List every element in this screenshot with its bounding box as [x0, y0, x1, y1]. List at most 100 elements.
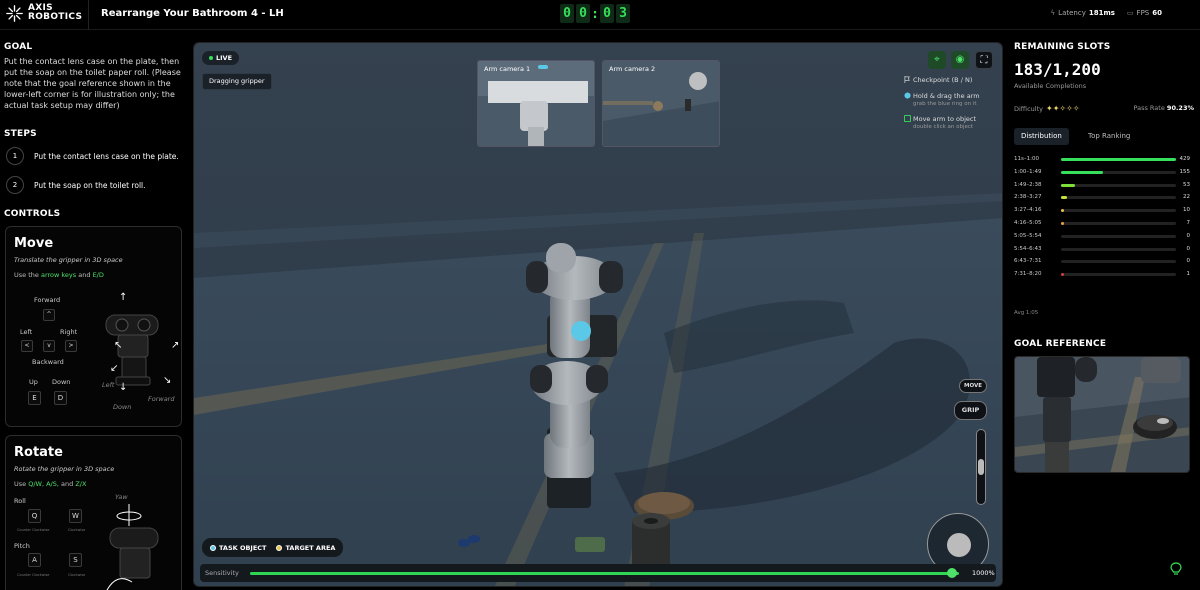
checkpoint-label: Checkpoint (B / N) — [913, 76, 973, 84]
forward-label: Forward — [34, 296, 61, 304]
distribution-bar-track — [1061, 196, 1176, 200]
target-area-label: TARGET AREA — [285, 543, 336, 552]
distribution-row: 7:31–8:20 1 — [1014, 269, 1192, 282]
distribution-bar-track — [1061, 209, 1176, 213]
camera-label: Arm camera 2 — [609, 65, 656, 73]
sensitivity-value: 1000% — [972, 569, 995, 577]
goal-reference-render — [1015, 357, 1189, 472]
timer-digit: 3 — [616, 4, 630, 23]
move-arm-label: Move arm to object — [913, 115, 977, 123]
difficulty: Difficulty ✦✦✧✧✧ — [1014, 104, 1080, 113]
vertical-height-slider[interactable] — [976, 429, 986, 505]
distribution-bar-track — [1061, 183, 1176, 187]
distribution-bar-track — [1061, 260, 1176, 264]
distribution-row: 1:49–2:38 53 — [1014, 180, 1192, 193]
fullscreen-button[interactable]: ⛶ — [975, 51, 993, 69]
remaining-slots-value: 183/1,200 — [1014, 60, 1101, 79]
distribution-bar-track — [1061, 221, 1176, 225]
pass-rate-label: Pass Rate — [1133, 104, 1165, 112]
distribution-bin-label: 5:54–6:43 — [1014, 245, 1042, 252]
distribution-count: 22 — [1183, 194, 1190, 201]
object-legend: TASK OBJECT TARGET AREA — [202, 538, 344, 557]
scene-render[interactable] — [194, 43, 1003, 587]
roll-label: Roll — [14, 497, 26, 505]
flag-icon — [904, 76, 910, 83]
step-item: 1 Put the contact lens case on the plate… — [6, 147, 179, 165]
latency-label: Latency — [1058, 9, 1086, 17]
arm-camera-1-feed[interactable]: Arm camera 1 — [477, 60, 595, 147]
key-up-arrow: ^ — [43, 309, 55, 321]
monitor-icon: ▭ — [1126, 9, 1134, 17]
arm-camera-2-feed[interactable]: Arm camera 2 — [602, 60, 720, 147]
axis-left-label: Left — [102, 381, 115, 389]
rotate-hint: Use Q/W, A/S, and Z/X — [14, 480, 86, 488]
live-dot-icon — [209, 56, 213, 60]
tab-top-ranking[interactable]: Top Ranking — [1081, 128, 1137, 145]
goal-reference-image — [1014, 356, 1190, 473]
distribution-row: 2:38–3:27 22 — [1014, 192, 1192, 205]
slider-thumb[interactable] — [978, 459, 984, 475]
distribution-bar-track — [1061, 247, 1176, 251]
joystick-knob[interactable] — [947, 533, 971, 557]
goal-heading: GOAL — [4, 42, 33, 52]
sensitivity-slider[interactable]: Sensitivity 1000% — [200, 564, 996, 582]
distribution-bar-track — [1061, 234, 1176, 238]
checkpoint-tip: Checkpoint (B / N) — [904, 76, 973, 84]
key-down-arrow: v — [43, 340, 55, 352]
key-w: W — [69, 509, 82, 523]
distribution-bar — [1061, 273, 1064, 277]
sensitivity-thumb[interactable] — [946, 568, 957, 578]
latency-stat: ϟ Latency 181ms — [1051, 9, 1115, 17]
distribution-count: 0 — [1186, 232, 1191, 239]
arrow-down-right-icon: ↘ — [163, 375, 172, 386]
distribution-bin-label: 7:31–8:20 — [1014, 271, 1042, 278]
stats-tabs: Distribution Top Ranking — [1014, 128, 1192, 145]
simulation-viewport[interactable]: LIVE Dragging gripper Arm camera 1 Arm c… — [193, 42, 1003, 587]
key-d: D — [54, 391, 67, 405]
up-label: Up — [29, 378, 38, 386]
distribution-bin-label: 2:38–3:27 — [1014, 194, 1042, 201]
camera-label: Arm camera 1 — [484, 65, 531, 73]
distribution-count: 7 — [1186, 219, 1191, 226]
rotate-title: Rotate — [14, 445, 63, 460]
target-mode-button[interactable]: ⌖ — [928, 51, 946, 69]
distribution-bin-label: 4:16–5:05 — [1014, 219, 1042, 226]
move-mode-button[interactable]: MOVE — [959, 379, 987, 393]
left-panel: GOAL Put the contact lens case on the pl… — [0, 30, 190, 590]
fps-stat: ▭ FPS 60 — [1127, 9, 1162, 17]
distribution-row: 1:00–1:49 155 — [1014, 167, 1192, 180]
distribution-count: 10 — [1183, 207, 1190, 214]
rotate-controls-card: Rotate Rotate the gripper in 3D space Us… — [5, 435, 182, 590]
step-label: Put the contact lens case on the plate. — [34, 151, 179, 161]
right-panel: REMAINING SLOTS 183/1,200 Available Comp… — [1008, 30, 1200, 590]
timer: 0 0 : 0 3 — [560, 4, 630, 23]
key-a: A — [28, 553, 41, 567]
distribution-row: 6:43–7:31 0 — [1014, 256, 1192, 269]
hold-drag-label: Hold & drag the arm — [913, 92, 980, 100]
hint-text: and — [61, 480, 74, 488]
arrow-up-icon: ↑ — [119, 292, 128, 303]
key-s: S — [69, 553, 82, 567]
hint-text: and — [78, 271, 91, 279]
distribution-bin-label: 3:27–4:16 — [1014, 207, 1042, 214]
hold-drag-sub: grab the blue ring on it — [913, 101, 977, 107]
tab-distribution[interactable]: Distribution — [1014, 128, 1069, 145]
key-q: Q — [28, 509, 41, 523]
distribution-row: 3:27–4:16 10 — [1014, 205, 1192, 218]
distribution-count: 0 — [1186, 245, 1191, 252]
camera-1-view — [478, 61, 594, 146]
sensitivity-track[interactable] — [250, 572, 959, 575]
lightbulb-icon[interactable] — [1170, 562, 1182, 576]
pass-rate: Pass Rate 90.23% — [1133, 104, 1194, 112]
distribution-bar — [1061, 170, 1103, 174]
logo-starburst-icon — [6, 4, 23, 22]
camera-button[interactable]: ◉ — [951, 51, 969, 69]
steps-heading: STEPS — [4, 129, 37, 139]
move-title: Move — [14, 236, 54, 251]
distribution-count: 0 — [1186, 258, 1191, 265]
grip-button[interactable]: GRIP — [954, 401, 987, 420]
distribution-bar-track — [1061, 158, 1176, 161]
key-e: E — [28, 391, 41, 405]
move-hint: Use the arrow keys and E/D — [14, 271, 104, 279]
distribution-bin-label: 5:05–5:54 — [1014, 232, 1042, 239]
